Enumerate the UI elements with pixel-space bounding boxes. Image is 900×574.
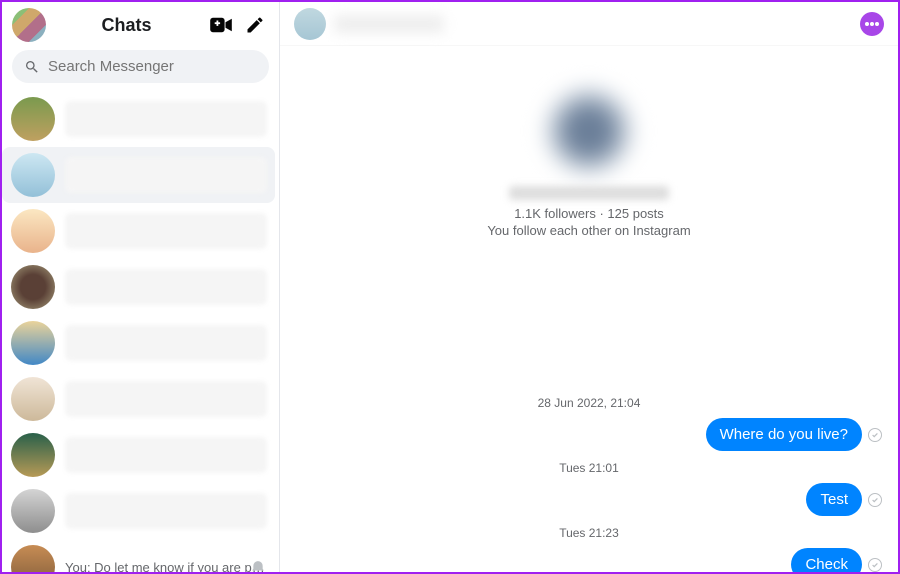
chat-preview-blurred	[65, 381, 267, 417]
new-room-icon[interactable]	[207, 11, 235, 39]
message-timestamp: Tues 21:23	[296, 526, 882, 540]
chat-list-item[interactable]	[2, 427, 275, 483]
chat-preview-blurred	[65, 269, 267, 305]
contact-profile-name	[509, 186, 669, 200]
contact-profile-pic[interactable]	[544, 86, 634, 176]
message-row-sent: Where do you live?	[296, 418, 882, 451]
sidebar: Chats You: Do let me know if you are pla…	[2, 2, 280, 572]
compose-icon[interactable]	[241, 11, 269, 39]
message-status-icon	[868, 428, 882, 442]
chat-preview-blurred	[65, 101, 267, 137]
message-timestamp: Tues 21:01	[296, 461, 882, 475]
conversation-body[interactable]: 1.1K followers · 125 posts You follow ea…	[280, 46, 898, 572]
chat-avatar	[11, 321, 55, 365]
chat-avatar	[11, 545, 55, 572]
message-timestamp: 28 Jun 2022, 21:04	[296, 396, 882, 410]
search-container	[2, 48, 279, 91]
message-bubble[interactable]: Check	[791, 548, 862, 572]
contact-profile-block: 1.1K followers · 125 posts You follow ea…	[296, 56, 882, 238]
chat-avatar	[11, 209, 55, 253]
sidebar-title: Chats	[54, 15, 199, 36]
chat-preview-blurred	[65, 157, 267, 193]
message-bubble[interactable]: Test	[806, 483, 862, 516]
my-avatar[interactable]	[12, 8, 46, 42]
chat-list-item[interactable]	[2, 203, 275, 259]
chat-avatar	[11, 265, 55, 309]
contact-followers-posts: 1.1K followers · 125 posts	[514, 206, 664, 221]
message-bubble[interactable]: Where do you live?	[706, 418, 862, 451]
message-row-sent: Test	[296, 483, 882, 516]
message-row-sent: Check	[296, 548, 882, 572]
chat-avatar	[11, 97, 55, 141]
sidebar-actions	[207, 11, 269, 39]
chat-preview-blurred	[65, 325, 267, 361]
conversation-panel: 1.1K followers · 125 posts You follow ea…	[280, 2, 898, 572]
chat-list-item[interactable]	[2, 147, 275, 203]
contact-name[interactable]	[334, 15, 444, 33]
chat-avatar	[11, 153, 55, 197]
conversation-actions	[860, 12, 884, 36]
chat-list[interactable]: You: Do let me know if you are pla...· 1…	[2, 91, 279, 572]
chat-preview-blurred	[65, 437, 267, 473]
conversation-info-icon[interactable]	[860, 12, 884, 36]
contact-avatar[interactable]	[294, 8, 326, 40]
chat-list-item[interactable]	[2, 371, 275, 427]
chat-avatar	[11, 433, 55, 477]
conversation-header	[280, 2, 898, 46]
chat-list-item[interactable]	[2, 91, 275, 147]
chat-list-item[interactable]	[2, 315, 275, 371]
chat-preview-wrap: You: Do let me know if you are pla...· 1…	[65, 560, 267, 573]
chat-list-item[interactable]	[2, 483, 275, 539]
search-input[interactable]	[48, 58, 257, 75]
chat-list-item[interactable]	[2, 259, 275, 315]
sidebar-header: Chats	[2, 2, 279, 48]
chat-list-item[interactable]: You: Do let me know if you are pla...· 1…	[2, 539, 275, 572]
chat-preview: You: Do let me know if you are pla...· 1…	[65, 560, 267, 573]
search-box[interactable]	[12, 50, 269, 83]
search-icon	[24, 59, 40, 75]
chat-avatar	[11, 377, 55, 421]
chat-preview-blurred	[65, 493, 267, 529]
mute-icon	[251, 560, 265, 572]
message-status-icon	[868, 493, 882, 507]
message-status-icon	[868, 558, 882, 572]
contact-relation: You follow each other on Instagram	[487, 223, 690, 238]
chat-avatar	[11, 489, 55, 533]
chat-preview-blurred	[65, 213, 267, 249]
